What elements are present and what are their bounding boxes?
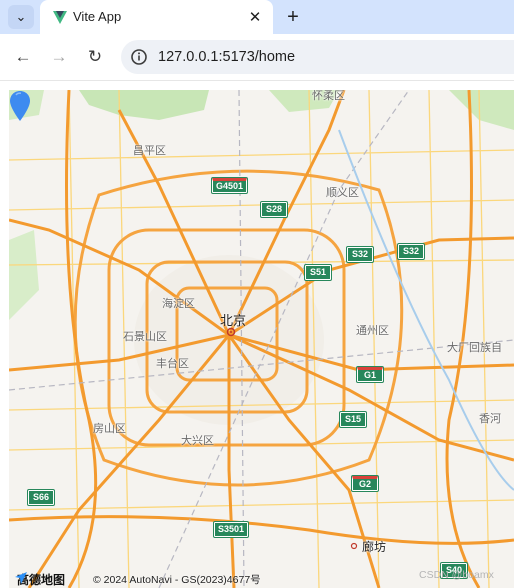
tab-strip: ⌄ Vite App ✕ + (0, 0, 514, 34)
vite-logo-icon (53, 11, 67, 24)
close-icon[interactable]: ✕ (245, 7, 265, 27)
map-label-haidian: 海淀区 (162, 298, 195, 310)
map-label-shunyi: 顺义区 (326, 187, 359, 199)
map-copyright: © 2024 AutoNavi - GS(2023)4677号 (93, 574, 261, 586)
reload-icon: ↻ (87, 47, 103, 66)
map-label-beijing: 北京 (220, 313, 247, 328)
highway-shield: G2 (351, 475, 379, 492)
amap-logo[interactable]: 高德地图 (14, 571, 65, 588)
new-tab-button[interactable]: + (280, 4, 306, 30)
arrow-left-icon: ← (14, 47, 32, 66)
map-label-langfang: 廊坊 (362, 540, 387, 554)
map-label-huairou: 怀柔区 (312, 90, 345, 102)
site-info-icon[interactable] (129, 47, 149, 67)
highway-shield: S32 (346, 246, 374, 263)
highway-shield: S66 (27, 489, 55, 506)
highway-shield: S15 (339, 411, 367, 428)
watermark-text: CSDN @boamx (419, 569, 494, 581)
browser-tab[interactable]: Vite App ✕ (40, 0, 273, 34)
page-viewport: 怀柔区 昌平区 顺义区 海淀区 北京 石景山区 通州区 大厂回族自 丰台区 香河… (0, 81, 514, 588)
amap-arrow-icon (15, 572, 27, 584)
tab-title: Vite App (73, 9, 122, 24)
highway-shield: S32 (397, 243, 425, 260)
map-label-fengtai: 丰台区 (156, 358, 189, 370)
map-label-dachang: 大厂回族自 (447, 342, 502, 354)
highway-shield: S3501 (212, 521, 250, 538)
map-label-fangshan: 房山区 (93, 423, 126, 435)
map-label-tongzhou: 通州区 (356, 325, 389, 337)
map-label-daxing: 大兴区 (181, 435, 214, 447)
highway-shield: S51 (304, 264, 332, 281)
address-bar[interactable]: 127.0.0.1:5173/home (121, 40, 514, 74)
chevron-down-icon: ⌄ (15, 9, 27, 24)
reload-button[interactable]: ↻ (82, 44, 108, 70)
forward-button[interactable]: → (46, 44, 72, 70)
map-label-changping: 昌平区 (133, 145, 166, 157)
map-canvas[interactable] (9, 90, 514, 588)
plus-icon: + (287, 5, 299, 28)
arrow-right-icon: → (50, 47, 68, 66)
highway-shield: G4501 (210, 177, 249, 194)
highway-shield: G1 (356, 366, 384, 383)
url-text: 127.0.0.1:5173/home (158, 49, 296, 65)
map-label-sanhe: 香河 (479, 413, 501, 425)
location-marker-icon[interactable] (9, 90, 31, 122)
highway-shield: S28 (260, 201, 288, 218)
tab-search-button[interactable]: ⌄ (8, 5, 34, 29)
browser-toolbar: ← → ↻ 127.0.0.1:5173/home (0, 34, 514, 81)
map-container[interactable]: 怀柔区 昌平区 顺义区 海淀区 北京 石景山区 通州区 大厂回族自 丰台区 香河… (9, 90, 514, 588)
map-label-shijingshan: 石景山区 (123, 331, 167, 343)
back-button[interactable]: ← (10, 44, 36, 70)
